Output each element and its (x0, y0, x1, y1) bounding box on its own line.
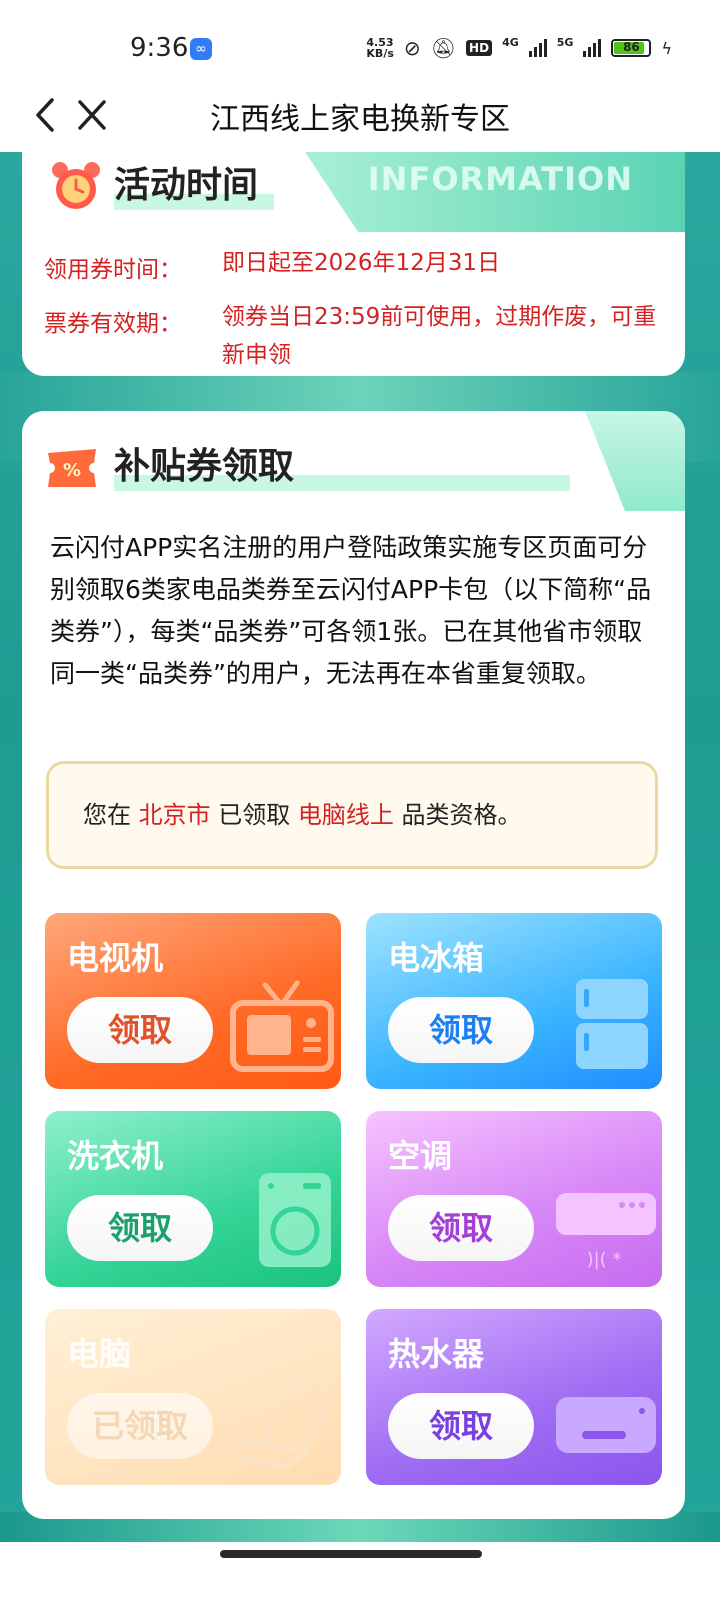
link-icon: ⊘ (403, 36, 421, 60)
coupon-time-label: 领用券时间： (44, 257, 182, 283)
fridge-icon (576, 979, 648, 1069)
subsidy-card: % 补贴券领取 云闪付APP实名注册的用户登陆政策实施专区页面可分别领取6类家电… (22, 411, 685, 1519)
network-4g-label: 4G (502, 35, 519, 49)
tile-ac: 空调 领取 )|( * (366, 1111, 662, 1287)
home-indicator[interactable] (220, 1550, 482, 1558)
nav-bar: 江西线上家电换新专区 (0, 80, 720, 152)
claim-tv-button[interactable]: 领取 (67, 997, 213, 1063)
signal-icon (528, 39, 547, 57)
subsidy-description: 云闪付APP实名注册的用户登陆政策实施专区页面可分别领取6类家电品类券至云闪付A… (50, 533, 652, 688)
alarm-clock-icon (52, 162, 100, 209)
coupon-time-value: 即日起至2026年12月31日 (222, 250, 501, 276)
tile-water-heater: 热水器 领取 (366, 1309, 662, 1485)
subsidy-title: 补贴券领取 (114, 446, 295, 487)
claim-ac-button[interactable]: 领取 (388, 1195, 534, 1261)
validity-label: 票券有效期： (44, 311, 182, 337)
header-ribbon (585, 411, 685, 511)
claimed-pc-button[interactable]: 已领取 (67, 1393, 213, 1459)
tile-name: 热水器 (388, 1335, 485, 1373)
validity-value: 领券当日23:59前可使用，过期作废，可重新申领 (222, 304, 657, 368)
claim-fridge-button[interactable]: 领取 (388, 997, 534, 1063)
activity-time-card: INFORMATION 活动时间 领用券时间： 即日起至2026年12月31日 … (22, 152, 685, 376)
hd-badge: HD (466, 40, 493, 56)
water-heater-icon (556, 1397, 656, 1453)
air-conditioner-icon: )|( * (556, 1193, 656, 1270)
page-title: 江西线上家电换新专区 (210, 102, 510, 137)
coupon-icon: % (48, 449, 96, 487)
status-time: 9:36 (130, 33, 189, 63)
washer-icon (259, 1173, 331, 1267)
tile-name: 洗衣机 (67, 1137, 164, 1175)
claim-water-heater-button[interactable]: 领取 (388, 1393, 534, 1459)
laptop-icon (226, 1378, 334, 1470)
claim-washer-button[interactable]: 领取 (67, 1195, 213, 1261)
tile-name: 电脑 (67, 1335, 132, 1373)
claim-notice: 您在 北京市 已领取 电脑线上 品类资格。 (46, 761, 658, 869)
network-speed: 4.53 KB/s (366, 36, 394, 60)
svg-text:%: % (63, 460, 81, 481)
link-app-icon: ∞ (190, 38, 212, 60)
notice-city: 北京市 (138, 801, 211, 829)
mute-icon: 🔕︎ (430, 36, 457, 60)
battery-icon: 86 (611, 39, 652, 57)
tile-tv: 电视机 领取 (45, 913, 341, 1089)
signal-icon-2 (583, 39, 602, 57)
info-watermark: INFORMATION (367, 160, 633, 198)
tile-name: 电视机 (67, 939, 164, 977)
tile-name: 电冰箱 (388, 939, 485, 977)
tv-icon (230, 980, 334, 1072)
notice-category: 电脑线上 (297, 801, 394, 829)
charging-icon: ϟ (661, 38, 672, 58)
network-5g-label: 5G (556, 35, 574, 49)
tile-name: 空调 (388, 1137, 453, 1175)
activity-title: 活动时间 (114, 165, 259, 206)
tile-fridge: 电冰箱 领取 (366, 913, 662, 1089)
svg-text:)|( *: )|( * (587, 1249, 622, 1270)
tile-pc: 电脑 已领取 (45, 1309, 341, 1485)
status-icons: 4.53 KB/s ⊘ 🔕︎ HD 4G 5G 86 ϟ (366, 35, 672, 61)
tile-washer: 洗衣机 领取 (45, 1111, 341, 1287)
